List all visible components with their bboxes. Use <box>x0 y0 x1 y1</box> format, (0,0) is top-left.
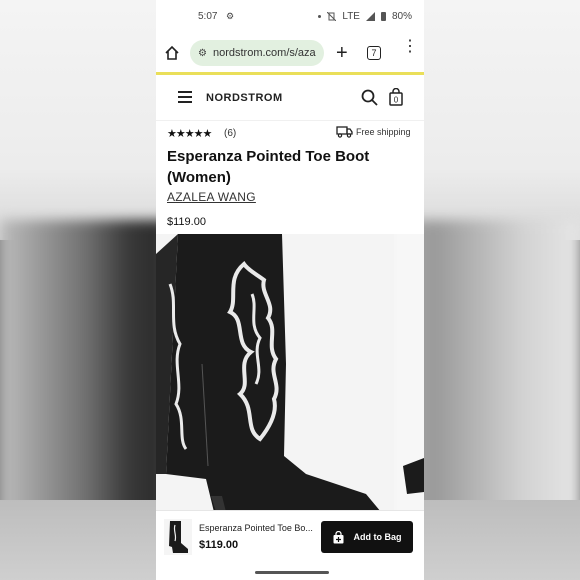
next-product-image[interactable] <box>397 234 424 512</box>
product-title: Esperanza Pointed Toe Boot (Women) <box>167 148 370 186</box>
sticky-product-title: Esperanza Pointed Toe Bo... <box>199 523 313 533</box>
network-type: LTE <box>342 11 360 22</box>
boot-image <box>156 234 381 512</box>
truck-icon <box>336 126 353 138</box>
product-image[interactable] <box>156 234 394 512</box>
battery-icon <box>380 12 386 21</box>
battery-level: 80% <box>391 11 412 22</box>
bag-plus-icon <box>333 530 343 543</box>
svg-text:0: 0 <box>394 96 399 105</box>
notification-dot-icon <box>318 15 322 18</box>
site-logo[interactable]: NORDSTROM <box>206 92 283 104</box>
vibrate-off-icon <box>327 12 337 21</box>
rating-row: ★★★★★ (6) Free shipping <box>156 121 424 145</box>
boot-image-partial <box>403 458 424 494</box>
phone-screen: 5:07 ⚙ LTE 80% ⚙ nordstrom.com/s/aza + 7… <box>156 0 424 580</box>
rating-stars[interactable]: ★★★★★ <box>167 127 212 140</box>
product-thumbnail <box>164 519 192 555</box>
menu-icon[interactable] <box>178 91 192 103</box>
settings-icon: ⚙ <box>226 11 235 21</box>
home-icon[interactable] <box>164 45 180 61</box>
add-to-bag-button[interactable]: Add to Bag <box>321 521 413 553</box>
free-shipping-label: Free shipping <box>356 127 411 137</box>
url-text: nordstrom.com/s/aza <box>212 47 316 59</box>
add-to-bag-label: Add to Bag <box>353 532 402 542</box>
product-image-carousel[interactable] <box>156 234 424 512</box>
status-bar: 5:07 ⚙ LTE 80% <box>156 0 424 34</box>
review-count[interactable]: (6) <box>224 128 236 139</box>
search-icon[interactable] <box>361 89 378 106</box>
sticky-add-to-bag-bar: Esperanza Pointed Toe Bo... $119.00 Add … <box>156 510 424 564</box>
product-price: $119.00 <box>167 216 206 228</box>
gesture-navigation-bar[interactable] <box>255 571 329 574</box>
sticky-product-price: $119.00 <box>199 539 239 551</box>
status-right: LTE 80% <box>318 11 412 22</box>
new-tab-icon[interactable]: + <box>336 42 348 65</box>
browser-toolbar: ⚙ nordstrom.com/s/aza + 7 ⋮ <box>156 34 424 72</box>
tab-switcher-button[interactable]: 7 <box>367 46 381 60</box>
signal-icon <box>365 12 375 21</box>
shopping-bag-icon[interactable]: 0 <box>389 88 403 106</box>
site-header: NORDSTROM 0 <box>156 75 424 121</box>
more-menu-icon[interactable]: ⋮ <box>402 39 418 55</box>
site-settings-icon[interactable]: ⚙ <box>198 48 207 59</box>
address-bar[interactable]: ⚙ nordstrom.com/s/aza <box>190 40 324 66</box>
brand-link[interactable]: AZALEA WANG <box>167 190 256 204</box>
status-time: 5:07 <box>198 11 218 22</box>
